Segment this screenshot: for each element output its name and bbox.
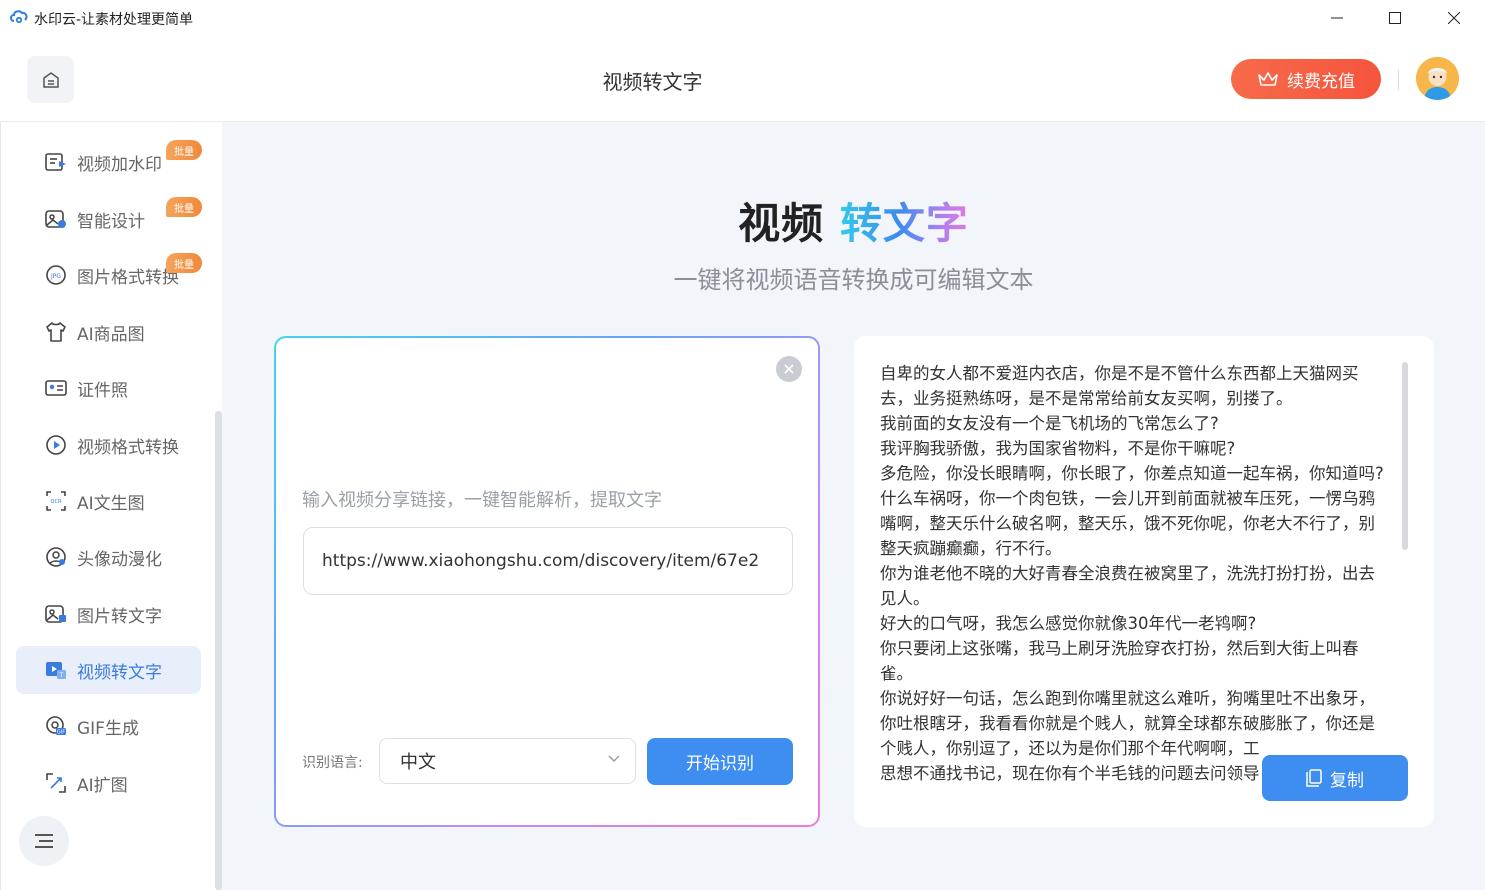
batch-badge: 批量	[166, 197, 202, 217]
page-title: 视频转文字	[602, 70, 703, 94]
svg-text:JPG: JPG	[50, 273, 61, 280]
result-line: 好大的口气呀，我怎么感觉你就像30年代一老鸨啊?	[880, 614, 1257, 633]
result-line: 自卑的女人都不爱逛内衣店，你是不是不管什么东西都上天猫网买去，业务挺熟练呀，是不…	[880, 364, 1359, 408]
batch-badge: 批量	[166, 140, 202, 160]
smart-design-icon	[44, 207, 68, 231]
sidebar-item-image-to-text[interactable]: 图片转文字	[16, 590, 201, 638]
svg-text:T: T	[59, 672, 64, 679]
avatar[interactable]	[1416, 57, 1459, 100]
video-text-icon: T	[44, 658, 68, 682]
app-logo-icon	[10, 9, 28, 25]
batch-badge: 批量	[166, 253, 202, 273]
copy-button[interactable]: 复制	[1262, 755, 1408, 801]
renew-vip-button[interactable]: 续费充值	[1231, 59, 1381, 99]
close-window-button[interactable]	[1425, 0, 1483, 36]
sidebar-item-smart-design[interactable]: 智能设计 批量	[16, 195, 202, 243]
sidebar-item-label: 视频加水印	[77, 154, 162, 175]
id-card-icon	[44, 376, 68, 400]
hero-subtitle: 一键将视频语音转换成可编辑文本	[673, 266, 1034, 294]
close-icon	[784, 364, 794, 374]
sidebar-item-video-to-text[interactable]: T 视频转文字	[16, 646, 201, 694]
sidebar-item-label: 视频转文字	[77, 662, 162, 683]
maximize-button[interactable]	[1366, 0, 1424, 36]
language-label: 识别语言:	[302, 755, 363, 771]
avatar-anime-icon	[44, 545, 68, 569]
expand-image-icon	[44, 771, 68, 795]
maximize-icon	[1389, 12, 1401, 24]
sidebar-item-video-watermark[interactable]: 视频加水印 批量	[16, 138, 202, 186]
renew-vip-label: 续费充值	[1287, 71, 1355, 92]
sidebar-item-video-format[interactable]: 视频格式转换	[16, 421, 201, 469]
video-watermark-icon	[44, 150, 68, 174]
sidebar-item-label: 视频格式转换	[77, 437, 179, 458]
language-value: 中文	[400, 752, 436, 773]
title-bar: 水印云-让素材处理更简单	[0, 0, 1485, 36]
clear-button[interactable]	[776, 356, 802, 382]
copy-label: 复制	[1330, 770, 1364, 791]
minimize-button[interactable]	[1308, 0, 1366, 36]
result-line: 什么车祸呀，你一个肉包铁，一会儿开到前面就被车压死，一愣乌鸦嘴啊，整天乐什么破名…	[880, 489, 1375, 558]
crown-icon	[1258, 72, 1278, 86]
sidebar-item-ai-product[interactable]: AI商品图	[16, 308, 201, 356]
window-title: 水印云-让素材处理更简单	[34, 12, 194, 28]
image-text-icon	[44, 602, 68, 626]
sidebar-collapse-button[interactable]	[19, 816, 69, 866]
svg-text:GIF: GIF	[57, 730, 65, 736]
hero-title-part1: 视频	[738, 199, 825, 248]
hero-title: 视频 转文字	[222, 190, 1485, 251]
sidebar-item-id-photo[interactable]: 证件照	[16, 364, 201, 412]
sidebar-item-label: AI扩图	[77, 775, 128, 796]
result-line: 我前面的女友没有一个是飞机场的飞常怎么了?	[880, 414, 1219, 433]
start-recognition-button[interactable]: 开始识别	[647, 738, 793, 785]
sidebar-item-ai-text-to-image[interactable]: OCR AI文生图	[16, 477, 201, 525]
user-avatar-icon	[1416, 57, 1459, 100]
sidebar-item-label: 智能设计	[77, 211, 145, 232]
copy-icon	[1306, 769, 1322, 787]
minimize-icon	[1331, 17, 1343, 19]
shirt-icon	[44, 320, 68, 344]
menu-icon	[35, 834, 53, 848]
sidebar-item-label: AI文生图	[77, 493, 145, 514]
sidebar-item-label: 图片格式转换	[77, 267, 179, 288]
result-scrollbar[interactable]	[1402, 362, 1408, 550]
sidebar: 视频加水印 批量 智能设计 批量 JPG 图片格式转换 批量 AI商品图 证件照…	[0, 122, 222, 890]
sidebar-item-ai-expand[interactable]: AI扩图	[16, 759, 201, 807]
ocr-image-icon: OCR	[44, 489, 68, 513]
sidebar-item-label: 证件照	[77, 380, 128, 401]
sidebar-item-label: 头像动漫化	[77, 549, 162, 570]
header-divider	[1398, 70, 1399, 90]
result-text[interactable]: 自卑的女人都不爱逛内衣店，你是不是不管什么东西都上天猫网买去，业务挺熟练呀，是不…	[880, 361, 1386, 801]
sidebar-item-gif[interactable]: GIF GIF生成	[16, 702, 201, 750]
chevron-down-icon	[608, 755, 620, 762]
sidebar-item-label: AI商品图	[77, 324, 145, 345]
result-line: 你说好好一句话，怎么跑到你嘴里就这么难听，狗嘴里吐不出象牙，你吐根瞎牙，我看看你…	[880, 689, 1375, 758]
sidebar-item-label: 图片转文字	[77, 606, 162, 627]
result-line: 多危险，你没长眼睛啊，你长眼了，你差点知道一起车祸，你知道吗?	[880, 464, 1384, 483]
language-select[interactable]: 中文	[379, 738, 636, 784]
play-circle-icon	[44, 433, 68, 457]
result-line: 你为谁老他不晓的大好青春全浪费在被窝里了，洗洗打扮打扮，出去见人。	[880, 564, 1375, 608]
input-panel: 输入视频分享链接，一键智能解析，提取文字 识别语言: 中文 开始识别	[274, 336, 820, 827]
svg-text:OCR: OCR	[51, 499, 62, 505]
sidebar-item-image-format[interactable]: JPG 图片格式转换 批量	[16, 251, 202, 299]
sidebar-scrollbar[interactable]	[215, 411, 222, 890]
result-line: 你只要闭上这张嘴，我马上刷牙洗脸穿衣打扮，然后到大街上叫春雀。	[880, 639, 1359, 683]
app-header: 视频转文字 续费充值	[0, 36, 1485, 122]
result-panel: 自卑的女人都不爱逛内衣店，你是不是不管什么东西都上天猫网买去，业务挺熟练呀，是不…	[854, 336, 1434, 827]
video-link-input[interactable]	[303, 527, 793, 595]
gif-icon: GIF	[44, 714, 68, 738]
input-hint: 输入视频分享链接，一键智能解析，提取文字	[302, 490, 662, 511]
sidebar-item-label: GIF生成	[77, 718, 139, 739]
sidebar-item-avatar-anime[interactable]: 头像动漫化	[16, 533, 201, 581]
hero-title-part2: 转文字	[839, 199, 969, 248]
close-icon	[1448, 12, 1460, 24]
result-line: 我评胸我骄傲，我为国家省物料，不是你干嘛呢?	[880, 439, 1236, 458]
jpg-convert-icon: JPG	[44, 263, 68, 287]
